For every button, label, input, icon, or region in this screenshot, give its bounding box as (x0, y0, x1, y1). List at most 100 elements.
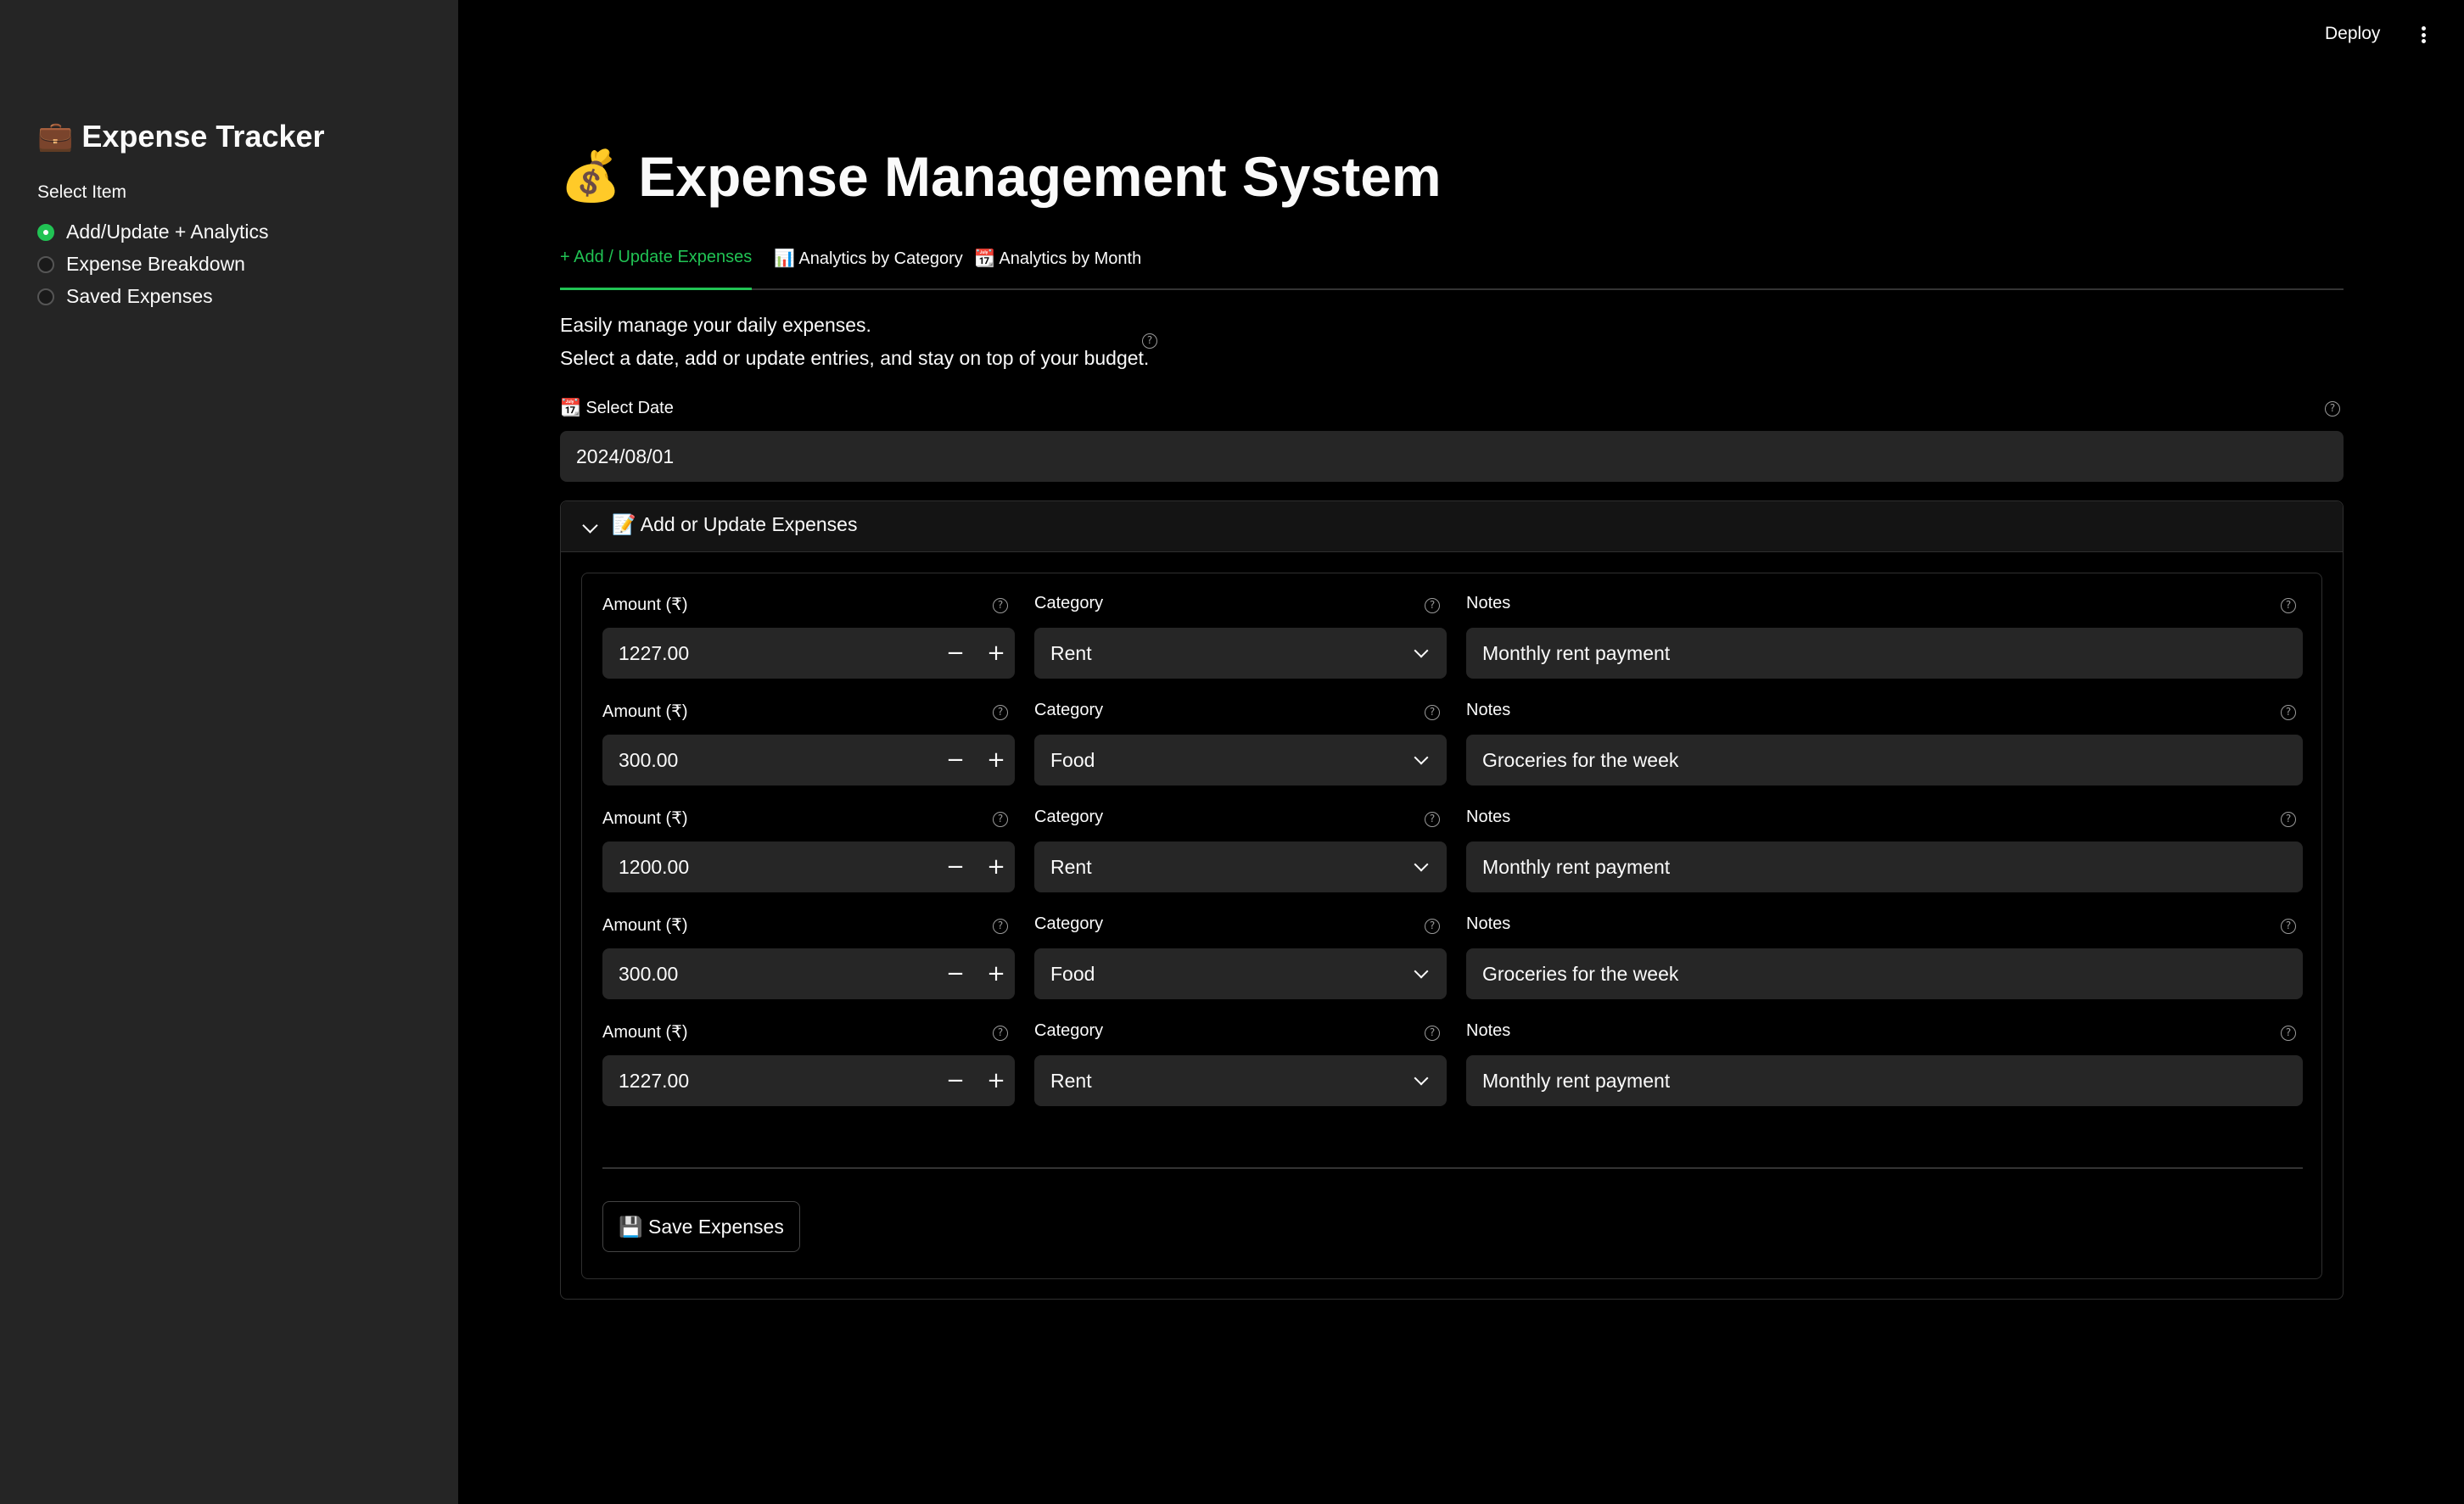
category-select[interactable]: Rent (1034, 628, 1447, 679)
expense-form: Amount (₹) ? 1227.00 − + Category ? Rent… (581, 573, 2322, 1279)
increment-button[interactable]: + (976, 841, 1016, 892)
deploy-button[interactable]: Deploy (2325, 24, 2380, 44)
amount-input[interactable]: 1227.00 − + (602, 1055, 1015, 1106)
amount-value: 300.00 (619, 748, 679, 771)
radio-unchecked-icon[interactable] (37, 255, 54, 273)
sidebar-title: 💼 Expense Tracker (37, 119, 325, 154)
category-label: Category (1034, 808, 1104, 826)
expander-title: 📝 Add or Update Expenses (612, 513, 858, 535)
category-label: Category (1034, 701, 1104, 719)
amount-label: Amount (₹) (602, 1023, 688, 1042)
tab-analytics-by-category[interactable]: 📊 Analytics by Category (774, 248, 963, 287)
category-value: Rent (1050, 641, 1092, 664)
amount-input[interactable]: 1227.00 − + (602, 628, 1015, 679)
page-title-text: Expense Management System (638, 145, 1442, 208)
help-icon[interactable]: ? (2281, 705, 2296, 720)
category-value: Rent (1050, 1069, 1092, 1092)
chevron-down-icon (1414, 964, 1429, 979)
radio-checked-icon[interactable] (37, 223, 54, 241)
tab-analytics-by-month[interactable]: 📆 Analytics by Month (974, 248, 1141, 287)
briefcase-icon: 💼 (37, 120, 74, 153)
decrement-button[interactable]: − (935, 841, 976, 892)
expense-row: Amount (₹) ? 1227.00 − + Category ? Rent… (582, 594, 2321, 701)
help-icon[interactable]: ? (993, 705, 1008, 720)
sidebar-title-text: Expense Tracker (81, 119, 325, 154)
help-icon[interactable]: ? (993, 598, 1008, 613)
decrement-button[interactable]: − (935, 628, 976, 679)
add-update-expander: 📝 Add or Update Expenses Amount (₹) ? 12… (560, 500, 2344, 1300)
divider (602, 1167, 2303, 1169)
help-icon[interactable]: ? (993, 1026, 1008, 1041)
amount-value: 1200.00 (619, 855, 690, 878)
help-icon[interactable]: ? (1425, 598, 1440, 613)
category-value: Food (1050, 748, 1095, 771)
help-icon[interactable]: ? (1425, 812, 1440, 827)
radio-option-label: Saved Expenses (66, 285, 213, 307)
expense-row: Amount (₹) ? 1227.00 − + Category ? Rent… (582, 1021, 2321, 1128)
select-date-label: 📆 Select Date (560, 399, 674, 417)
kebab-menu-icon[interactable] (2416, 24, 2430, 46)
description-line-1: Easily manage your daily expenses. (560, 314, 871, 336)
decrement-button[interactable]: − (935, 948, 976, 999)
help-icon[interactable]: ? (1425, 1026, 1440, 1041)
radio-unchecked-icon[interactable] (37, 288, 54, 305)
help-icon[interactable]: ? (1425, 919, 1440, 934)
help-icon[interactable]: ? (1425, 705, 1440, 720)
amount-input[interactable]: 1200.00 − + (602, 841, 1015, 892)
save-expenses-button[interactable]: 💾 Save Expenses (602, 1201, 800, 1252)
chevron-down-icon (1414, 750, 1429, 765)
help-icon[interactable]: ? (2281, 1026, 2296, 1041)
help-icon[interactable]: ? (2281, 598, 2296, 613)
amount-input[interactable]: 300.00 − + (602, 948, 1015, 999)
radio-option-saved-expenses[interactable]: Saved Expenses (37, 285, 213, 308)
page-title: 💰 Expense Management System (560, 144, 1442, 209)
expense-row: Amount (₹) ? 300.00 − + Category ? Food … (582, 914, 2321, 1021)
amount-value: 300.00 (619, 962, 679, 985)
help-icon[interactable]: ? (993, 919, 1008, 934)
amount-input[interactable]: 300.00 − + (602, 735, 1015, 786)
increment-button[interactable]: + (976, 948, 1016, 999)
increment-button[interactable]: + (976, 628, 1016, 679)
description: Easily manage your daily expenses. Selec… (560, 309, 1149, 375)
decrement-button[interactable]: − (935, 735, 976, 786)
amount-label: Amount (₹) (602, 702, 688, 721)
radio-option-label: Add/Update + Analytics (66, 221, 269, 243)
category-select[interactable]: Rent (1034, 841, 1447, 892)
sidebar: 💼 Expense Tracker Select Item Add/Update… (0, 0, 458, 1504)
notes-label: Notes (1466, 808, 1511, 826)
expense-row: Amount (₹) ? 300.00 − + Category ? Food … (582, 701, 2321, 808)
tab-add-update-expenses[interactable]: + Add / Update Expenses (560, 248, 753, 290)
expander-header[interactable]: 📝 Add or Update Expenses (561, 501, 2343, 552)
chevron-down-icon (1414, 1071, 1429, 1086)
date-input[interactable]: 2024/08/01 (560, 431, 2344, 482)
notes-input[interactable]: Monthly rent payment (1466, 1055, 2303, 1106)
category-value: Rent (1050, 855, 1092, 878)
notes-label: Notes (1466, 594, 1511, 612)
decrement-button[interactable]: − (935, 1055, 976, 1106)
help-icon[interactable]: ? (1142, 333, 1157, 349)
amount-label: Amount (₹) (602, 809, 688, 828)
help-icon[interactable]: ? (2281, 919, 2296, 934)
chevron-down-icon (1414, 643, 1429, 658)
category-label: Category (1034, 594, 1104, 612)
money-bag-icon: 💰 (560, 148, 622, 204)
category-select[interactable]: Food (1034, 948, 1447, 999)
expense-row: Amount (₹) ? 1200.00 − + Category ? Rent… (582, 808, 2321, 914)
help-icon[interactable]: ? (2281, 812, 2296, 827)
category-select[interactable]: Food (1034, 735, 1447, 786)
notes-input[interactable]: Groceries for the week (1466, 735, 2303, 786)
radio-option-add-update-analytics[interactable]: Add/Update + Analytics (37, 221, 268, 243)
notes-input[interactable]: Monthly rent payment (1466, 841, 2303, 892)
notes-input[interactable]: Groceries for the week (1466, 948, 2303, 999)
category-select[interactable]: Rent (1034, 1055, 1447, 1106)
increment-button[interactable]: + (976, 735, 1016, 786)
notes-input[interactable]: Monthly rent payment (1466, 628, 2303, 679)
category-value: Food (1050, 962, 1095, 985)
amount-label: Amount (₹) (602, 595, 688, 614)
description-line-2: Select a date, add or update entries, an… (560, 347, 1150, 369)
amount-value: 1227.00 (619, 1069, 690, 1092)
increment-button[interactable]: + (976, 1055, 1016, 1106)
radio-option-expense-breakdown[interactable]: Expense Breakdown (37, 253, 245, 276)
help-icon[interactable]: ? (2325, 401, 2340, 417)
help-icon[interactable]: ? (993, 812, 1008, 827)
